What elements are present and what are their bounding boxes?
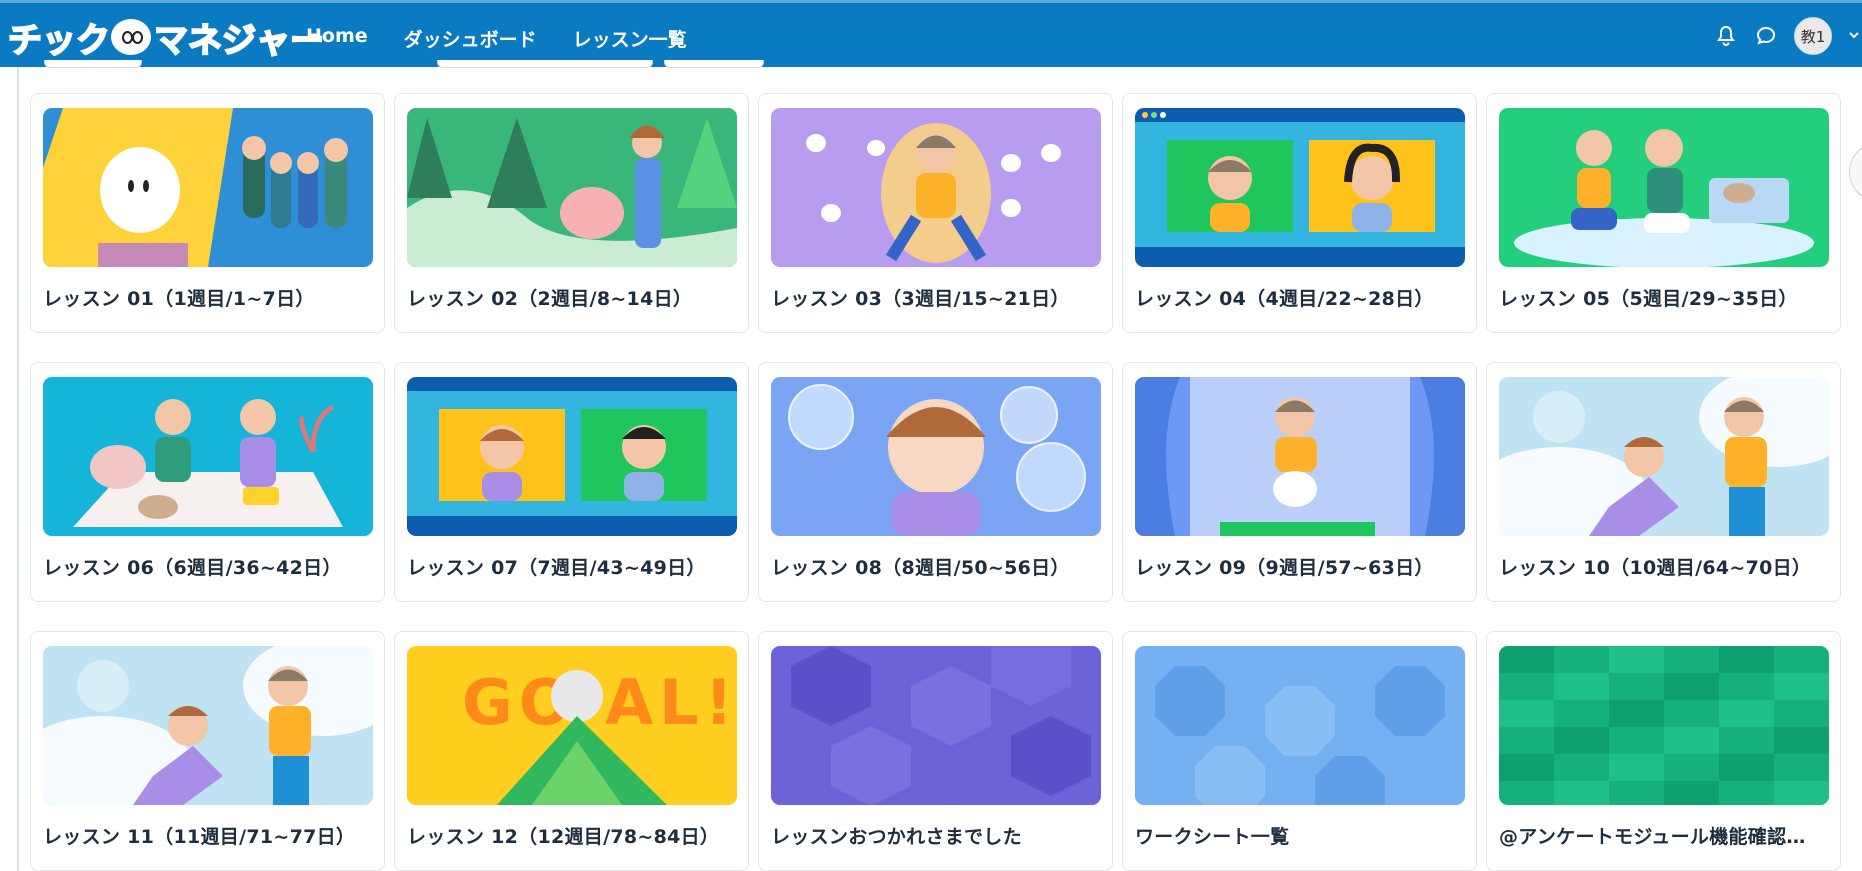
lesson-thumbnail <box>1499 646 1829 805</box>
hidden-filter-control[interactable] <box>664 60 764 68</box>
user-actions: 教1 <box>1714 17 1862 55</box>
lesson-title[interactable]: @アンケートモジュール機能確認… <box>1499 822 1835 849</box>
lesson-card[interactable]: レッスン 06（6週目/36~42日） <box>30 362 385 602</box>
lesson-card[interactable]: GO AL! レッスン 12（12週目/78~84日） <box>394 631 749 871</box>
lesson-card[interactable]: @アンケートモジュール機能確認… <box>1486 631 1841 871</box>
nav-dashboard[interactable]: ダッシュボード <box>404 25 537 52</box>
lesson-thumbnail <box>1135 108 1465 267</box>
logo-text-part: ジ <box>221 20 257 62</box>
side-drawer-handle[interactable] <box>1849 142 1862 202</box>
lesson-thumbnail <box>1499 377 1829 536</box>
logo-text-part: チ <box>7 20 43 62</box>
lesson-card[interactable]: レッスン 01（1週目/1~7日） <box>30 93 385 333</box>
hidden-filter-control[interactable] <box>44 60 142 68</box>
lesson-card[interactable]: レッスンおつかれさまでした <box>758 631 1113 871</box>
logo-mascot-icon <box>111 19 151 55</box>
main-nav: Home ダッシュボード レッスン一覧 <box>306 25 687 52</box>
lesson-title[interactable]: レッスン 04（4週目/22~28日） <box>1135 284 1471 311</box>
lesson-card[interactable]: レッスン 03（3週目/15~21日） <box>758 93 1113 333</box>
lesson-thumbnail <box>771 108 1101 267</box>
lesson-title[interactable]: ワークシート一覧 <box>1135 822 1471 849</box>
lesson-thumbnail <box>43 377 373 536</box>
logo-text-part: ク <box>75 20 111 62</box>
lesson-thumbnail <box>1135 646 1465 805</box>
lesson-card[interactable]: レッスン 04（4週目/22~28日） <box>1122 93 1477 333</box>
lesson-thumbnail <box>407 377 737 536</box>
lesson-card[interactable]: レッスン 09（9週目/57~63日） <box>1122 362 1477 602</box>
top-navbar: チ ッ ク マ ネ ジ ャ ー Home ダッシュボード レッスン一覧 教1 <box>0 0 1862 67</box>
lesson-title[interactable]: レッスン 11（11週目/71~77日） <box>43 822 379 849</box>
lesson-title[interactable]: レッスン 01（1週目/1~7日） <box>43 284 379 311</box>
lesson-title[interactable]: レッスン 10（10週目/64~70日） <box>1499 553 1835 580</box>
nav-home[interactable]: Home <box>306 25 368 52</box>
lesson-thumbnail <box>407 108 737 267</box>
logo-text-part: ネ <box>187 20 223 62</box>
logo-text-part: ャ <box>255 20 291 62</box>
lesson-title[interactable]: レッスン 09（9週目/57~63日） <box>1135 553 1471 580</box>
lesson-card[interactable]: レッスン 02（2週目/8~14日） <box>394 93 749 333</box>
lesson-title[interactable]: レッスン 07（7週目/43~49日） <box>407 553 743 580</box>
logo-text-part: マ <box>153 20 189 62</box>
lesson-title[interactable]: レッスン 02（2週目/8~14日） <box>407 284 743 311</box>
lesson-card[interactable]: レッスン 10（10週目/64~70日） <box>1486 362 1841 602</box>
lesson-thumbnail <box>43 108 373 267</box>
lesson-thumbnail <box>771 646 1101 805</box>
lesson-card[interactable]: レッスン 07（7週目/43~49日） <box>394 362 749 602</box>
bell-icon[interactable] <box>1714 24 1738 48</box>
logo-text-part: ッ <box>41 20 77 62</box>
lesson-card[interactable]: ワークシート一覧 <box>1122 631 1477 871</box>
lesson-title[interactable]: レッスン 05（5週目/29~35日） <box>1499 284 1835 311</box>
chevron-down-icon[interactable] <box>1848 29 1862 43</box>
hidden-filter-control[interactable] <box>437 60 653 68</box>
lesson-thumbnail <box>1499 108 1829 267</box>
lesson-title[interactable]: レッスン 06（6週目/36~42日） <box>43 553 379 580</box>
lesson-thumbnail: GO AL! <box>407 646 737 805</box>
app-logo[interactable]: チ ッ ク マ ネ ジ ャ ー <box>7 15 325 62</box>
lesson-title[interactable]: レッスン 08（8週目/50~56日） <box>771 553 1107 580</box>
lesson-card[interactable]: レッスン 11（11週目/71~77日） <box>30 631 385 871</box>
nav-lesson-list[interactable]: レッスン一覧 <box>573 25 687 52</box>
lesson-title[interactable]: レッスン 03（3週目/15~21日） <box>771 284 1107 311</box>
lesson-title[interactable]: レッスンおつかれさまでした <box>771 822 1107 849</box>
lesson-card[interactable]: レッスン 08（8週目/50~56日） <box>758 362 1113 602</box>
user-avatar[interactable]: 教1 <box>1794 17 1832 55</box>
lesson-thumbnail <box>1135 377 1465 536</box>
page-left-border <box>17 67 19 871</box>
lesson-title[interactable]: レッスン 12（12週目/78~84日） <box>407 822 743 849</box>
lesson-thumbnail <box>43 646 373 805</box>
lesson-thumbnail <box>771 377 1101 536</box>
chat-icon[interactable] <box>1754 24 1778 48</box>
lesson-card[interactable]: レッスン 05（5週目/29~35日） <box>1486 93 1841 333</box>
